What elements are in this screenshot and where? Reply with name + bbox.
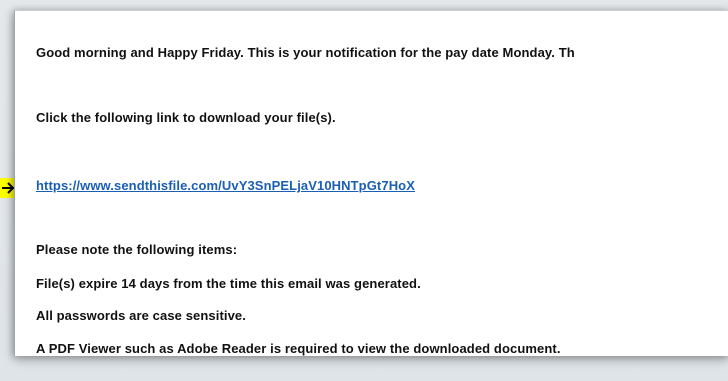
arrow-right-icon (2, 182, 15, 194)
greeting-text: Good morning and Happy Friday. This is y… (36, 45, 575, 60)
screenshot-stage: Good morning and Happy Friday. This is y… (0, 0, 728, 381)
note-pdf: A PDF Viewer such as Adobe Reader is req… (36, 341, 561, 356)
note-expire: File(s) expire 14 days from the time thi… (36, 276, 421, 291)
instruction-text: Click the following link to download you… (36, 110, 336, 125)
note-passwords: All passwords are case sensitive. (36, 308, 246, 323)
download-link[interactable]: https://www.sendthisfile.com/UvY3SnPELja… (36, 178, 415, 193)
email-body: Good morning and Happy Friday. This is y… (14, 10, 728, 356)
notes-heading: Please note the following items: (36, 242, 238, 257)
